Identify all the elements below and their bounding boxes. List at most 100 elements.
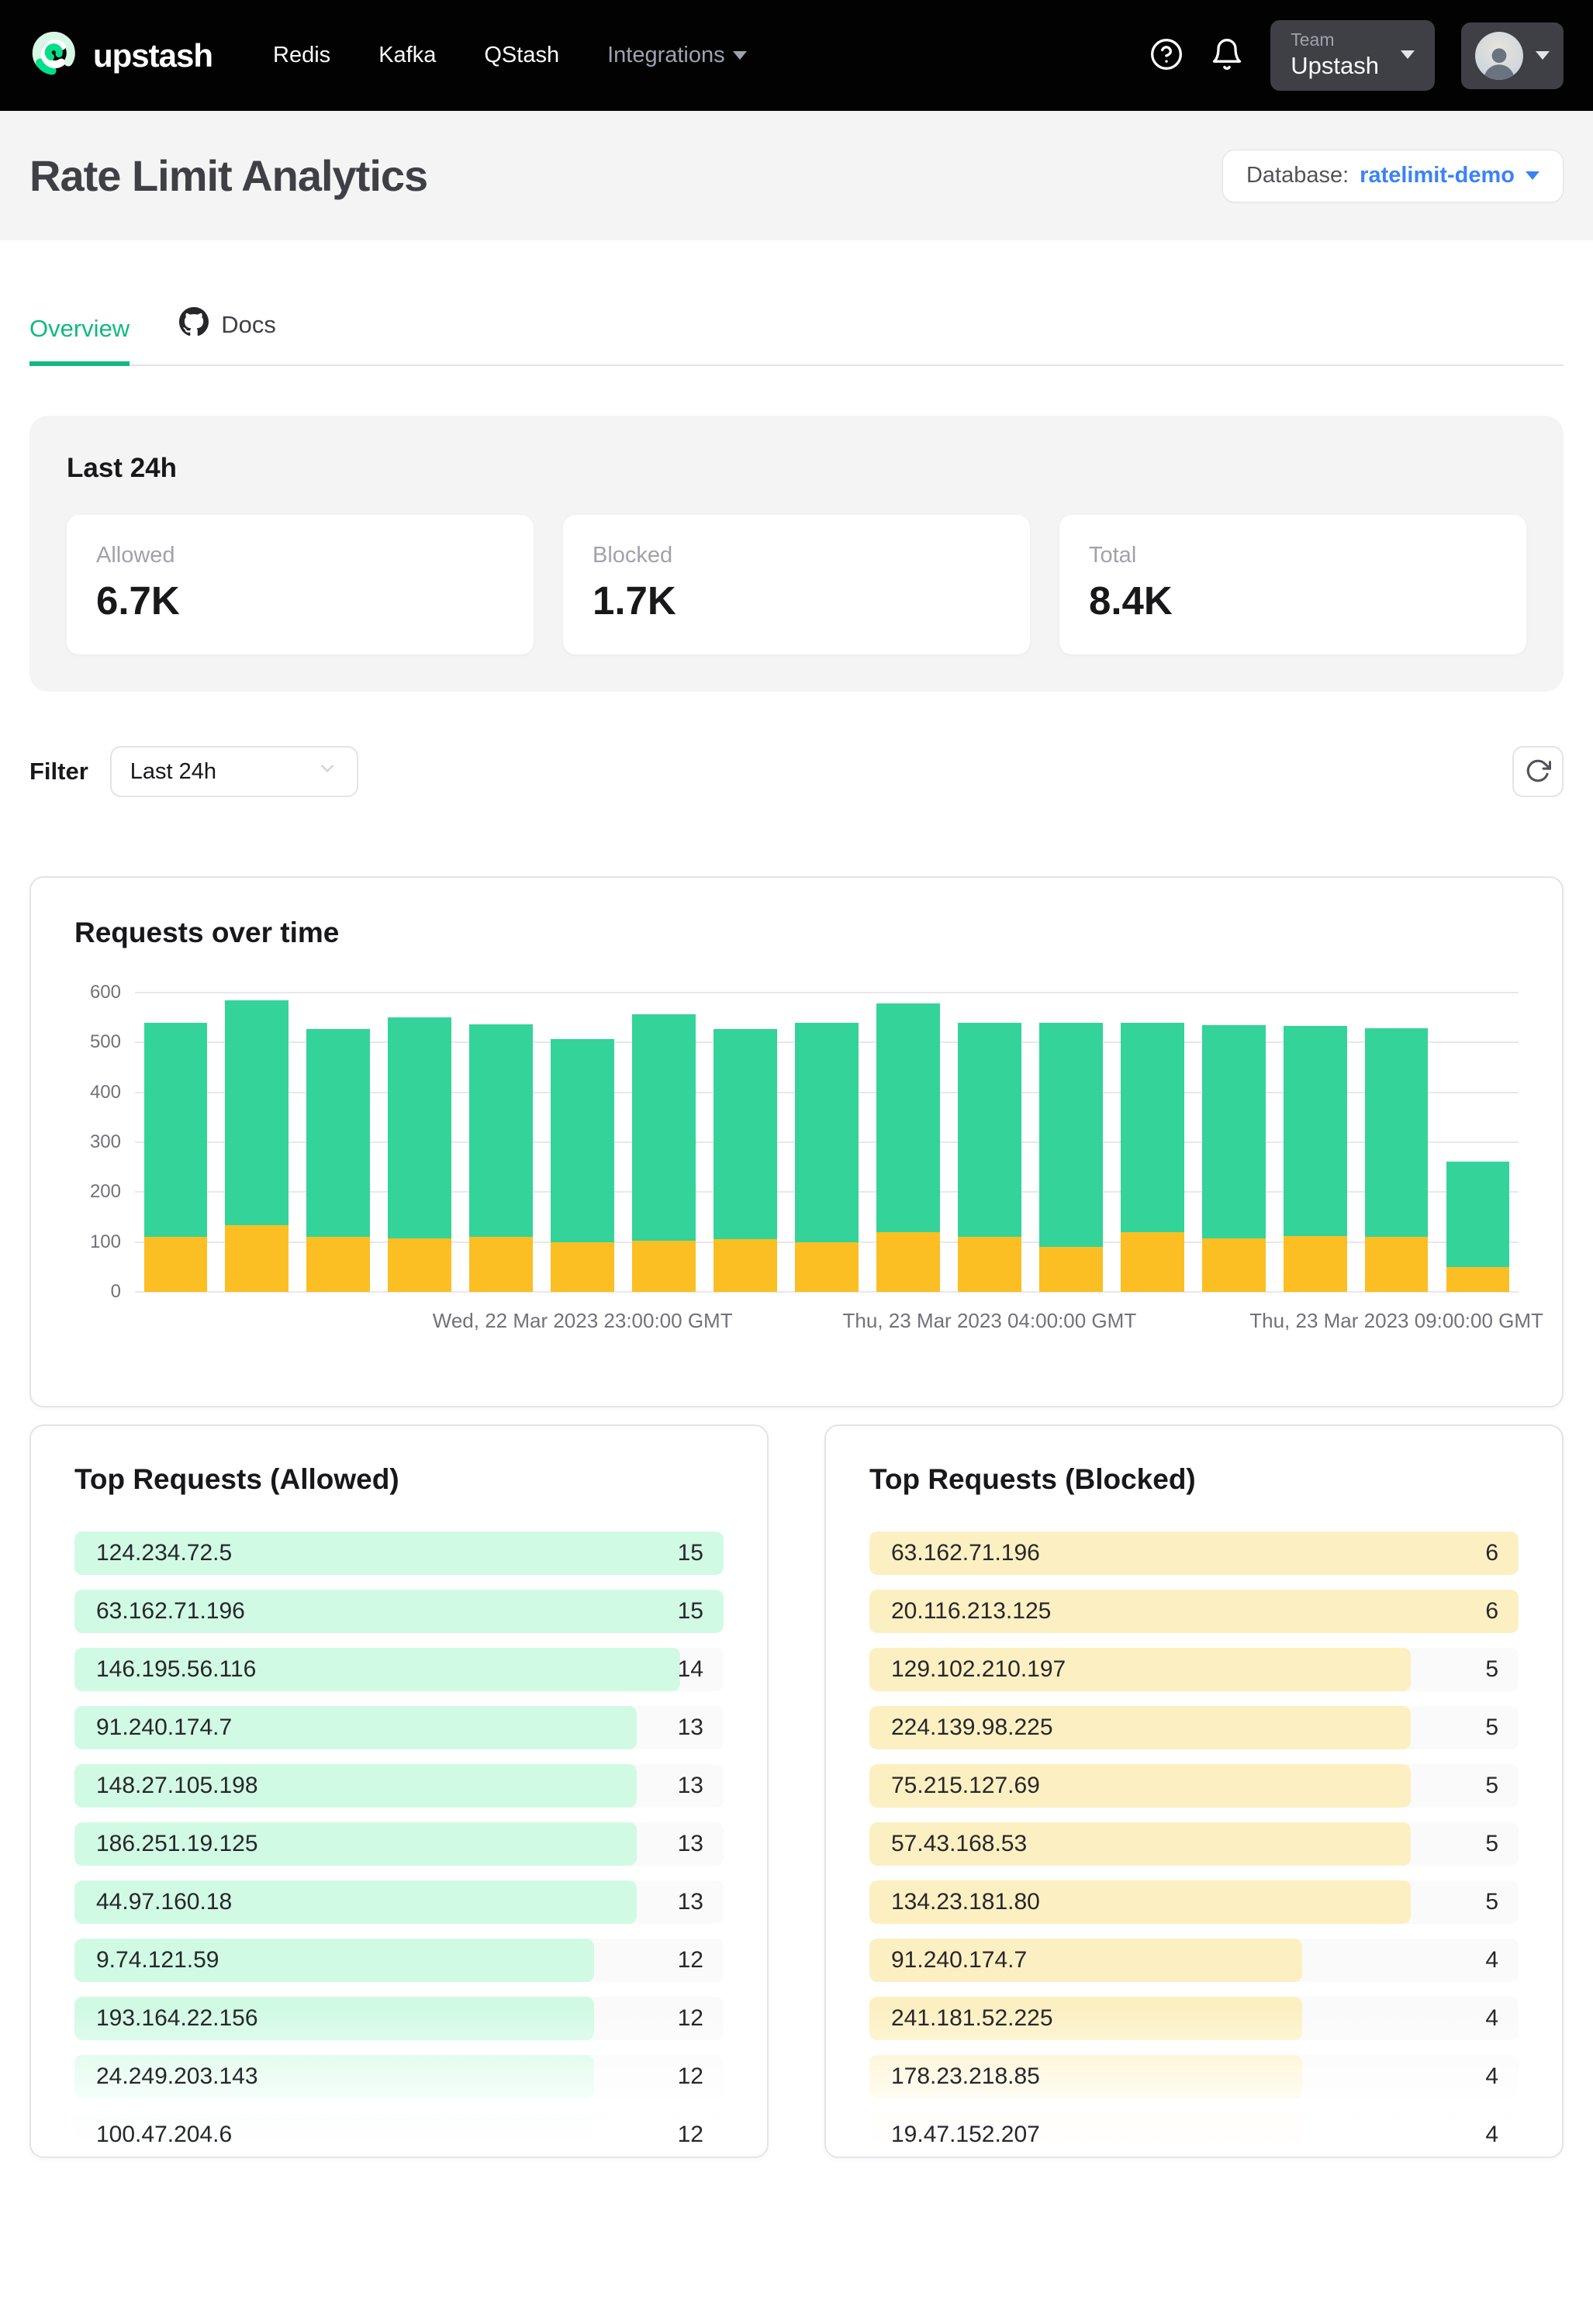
request-ip: 57.43.168.53 <box>891 1831 1027 1857</box>
chart: 0100200300400500600 Wed, 22 Mar 2023 23:… <box>74 993 1519 1342</box>
request-row-content: 57.43.168.535 <box>869 1822 1519 1866</box>
nav-item-qstash[interactable]: QStash <box>484 43 559 68</box>
bar-group <box>705 993 786 1292</box>
blocked-list: 63.162.71.196620.116.213.1256129.102.210… <box>869 1531 1519 2157</box>
refresh-icon <box>1525 758 1551 786</box>
request-row-content: 24.249.203.14312 <box>74 2055 724 2098</box>
request-count: 4 <box>1485 2122 1498 2148</box>
request-count: 13 <box>678 1773 703 1799</box>
list-title-blocked: Top Requests (Blocked) <box>869 1463 1519 1496</box>
y-axis-tick-label: 200 <box>90 1181 121 1203</box>
request-row: 100.47.204.6 12 <box>74 2113 724 2157</box>
request-row: 178.23.218.854 <box>869 2055 1519 2098</box>
request-ip: 19.47.152.207 <box>891 2122 1040 2148</box>
upstash-logo[interactable]: upstash <box>29 29 213 82</box>
filter-row: Filter Last 24h <box>29 746 1564 797</box>
bar-segment-blocked <box>306 1237 370 1292</box>
stats-panel: Last 24h Allowed 6.7K Blocked 1.7K Total… <box>29 416 1564 692</box>
bar-group <box>1111 993 1193 1292</box>
bar-segment-allowed <box>958 1023 1021 1238</box>
bar-segment-blocked <box>1284 1236 1347 1292</box>
bar-segment-blocked <box>714 1239 777 1292</box>
request-count: 5 <box>1485 1715 1498 1741</box>
request-row-content: 186.251.19.12513 <box>74 1822 724 1866</box>
request-row-content: 63.162.71.1966 <box>869 1531 1519 1575</box>
main-content: Overview Docs Last 24h Allowed 6.7K Bloc… <box>0 307 1593 2158</box>
tab-overview[interactable]: Overview <box>29 315 130 366</box>
tab-bar: Overview Docs <box>29 307 1564 366</box>
database-selector[interactable]: Database: ratelimit-demo <box>1222 150 1564 202</box>
bar-group <box>379 993 461 1292</box>
bar-group <box>949 993 1030 1292</box>
bar-segment-blocked <box>1365 1237 1429 1292</box>
request-row-content: 241.181.52.2254 <box>869 1997 1519 2040</box>
upstash-logo-icon <box>29 29 79 82</box>
request-count: 4 <box>1485 2005 1498 2032</box>
top-requests-blocked-card: Top Requests (Blocked) 63.162.71.1966 20.… <box>824 1424 1564 2158</box>
request-row: 134.23.181.805 <box>869 1880 1519 1924</box>
request-ip: 186.251.19.125 <box>96 1831 258 1857</box>
bar-segment-blocked <box>876 1232 940 1292</box>
request-row: 57.43.168.535 <box>869 1822 1519 1866</box>
chevron-down-icon <box>316 758 338 786</box>
request-count: 5 <box>1485 1656 1498 1683</box>
request-row-content: 224.139.98.2255 <box>869 1706 1519 1749</box>
request-count: 12 <box>678 2005 703 2032</box>
page-header: Rate Limit Analytics Database: ratelimit… <box>0 111 1593 240</box>
bar-segment-allowed <box>225 1000 289 1225</box>
team-selector[interactable]: Team Upstash <box>1270 20 1435 91</box>
bar-segment-blocked <box>551 1242 614 1292</box>
database-name: ratelimit-demo <box>1360 163 1515 188</box>
request-ip: 100.47.204.6 <box>96 2122 232 2148</box>
request-count: 14 <box>678 1656 703 1683</box>
requests-chart-card: Requests over time 0100200300400500600 W… <box>29 876 1564 1407</box>
request-ip: 91.240.174.7 <box>96 1715 232 1741</box>
request-count: 12 <box>678 2122 703 2148</box>
stat-card-allowed: Allowed 6.7K <box>67 515 534 654</box>
nav-item-redis[interactable]: Redis <box>273 43 330 68</box>
request-row: 75.215.127.695 <box>869 1764 1519 1808</box>
top-requests-allowed-card: Top Requests (Allowed) 124.234.72.51563.… <box>29 1424 769 2158</box>
request-row: 148.27.105.19813 <box>74 1764 724 1808</box>
bar-group <box>461 993 542 1292</box>
account-menu[interactable] <box>1461 22 1564 89</box>
request-row: 146.195.56.11614 <box>74 1648 724 1691</box>
request-ip: 44.97.160.18 <box>96 1889 232 1915</box>
refresh-button[interactable] <box>1512 746 1564 797</box>
request-count: 5 <box>1485 1773 1498 1799</box>
notifications-button[interactable] <box>1210 37 1244 74</box>
time-range-select[interactable]: Last 24h <box>110 746 358 797</box>
bar-group <box>1030 993 1111 1292</box>
nav-item-integrations[interactable]: Integrations <box>607 43 747 68</box>
chart-xlabels: Wed, 22 Mar 2023 23:00:00 GMTThu, 23 Mar… <box>135 1303 1519 1334</box>
request-count: 12 <box>678 2063 703 2090</box>
chart-title: Requests over time <box>74 917 1519 949</box>
request-row: 20.116.213.1256 <box>869 1590 1519 1633</box>
request-row: 91.240.174.74 <box>869 1939 1519 1982</box>
tab-docs[interactable]: Docs <box>179 307 276 366</box>
caret-down-icon <box>1526 171 1539 180</box>
bar-segment-allowed <box>714 1029 777 1239</box>
tab-docs-label: Docs <box>221 311 276 339</box>
request-row: 193.164.22.15612 <box>74 1997 724 2040</box>
request-row-content: 63.162.71.196 15 <box>74 1590 724 1633</box>
request-ip: 63.162.71.196 <box>96 1598 245 1625</box>
y-axis-tick-label: 0 <box>111 1281 121 1303</box>
request-ip: 178.23.218.85 <box>891 2063 1040 2090</box>
chart-ylabels: 0100200300400500600 <box>74 993 121 1292</box>
team-name: Upstash <box>1291 52 1379 80</box>
caret-down-icon <box>733 51 747 60</box>
help-button[interactable] <box>1149 37 1184 74</box>
request-ip: 124.234.72.5 <box>96 1540 232 1566</box>
y-axis-tick-label: 400 <box>90 1082 121 1103</box>
top-requests-row: Top Requests (Allowed) 124.234.72.51563.… <box>29 1424 1564 2158</box>
request-count: 6 <box>1485 1540 1498 1566</box>
nav-item-kafka[interactable]: Kafka <box>378 43 436 68</box>
request-row-content: 124.234.72.515 <box>74 1531 724 1575</box>
request-count: 15 <box>678 1598 703 1625</box>
request-row: 224.139.98.2255 <box>869 1706 1519 1749</box>
request-row-content: 178.23.218.854 <box>869 2055 1519 2098</box>
stat-label: Blocked <box>593 543 1000 568</box>
bar-segment-blocked <box>1202 1238 1266 1292</box>
bell-icon <box>1210 37 1244 74</box>
